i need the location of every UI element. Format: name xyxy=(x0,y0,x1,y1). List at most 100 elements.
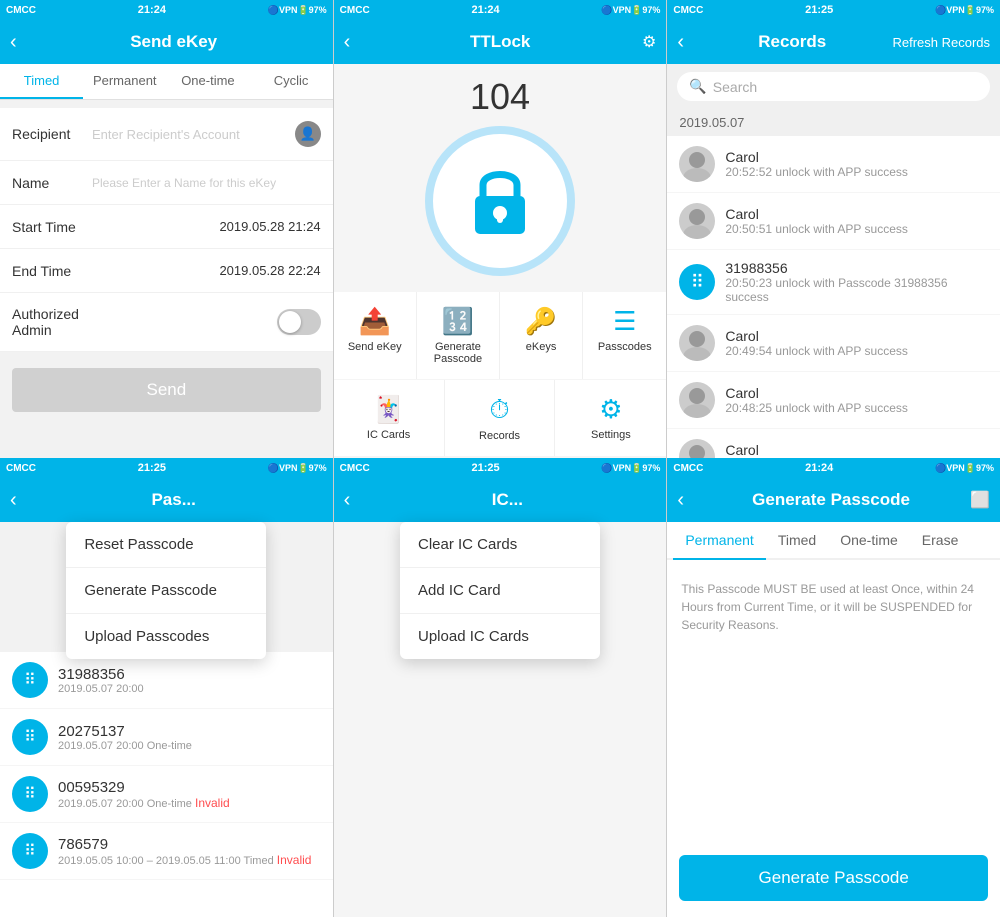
invalid-badge-2: Invalid xyxy=(195,796,230,810)
menu-settings[interactable]: ⚙ Settings xyxy=(555,380,666,456)
record-info-5: Carol 20:44:25 unlock with APP success xyxy=(725,442,988,458)
menu-generate-passcode[interactable]: 🔢 GeneratePasscode xyxy=(417,292,500,379)
menu-records[interactable]: ⏱ Records xyxy=(445,380,556,456)
start-time-value[interactable]: 2019.05.28 21:24 xyxy=(92,219,321,234)
record-item-5: Carol 20:44:25 unlock with APP success xyxy=(667,429,1000,458)
status-bar-5: CMCC 21:25 🔵VPN🔋97% xyxy=(334,458,667,478)
gen-tab-permanent[interactable]: Permanent xyxy=(673,522,765,560)
back-button-6[interactable]: ‹ xyxy=(677,489,684,512)
record-info-3: Carol 20:49:54 unlock with APP success xyxy=(725,328,988,358)
search-input[interactable]: Search xyxy=(713,79,757,95)
tab-cyclic[interactable]: Cyclic xyxy=(250,64,333,99)
generate-passcode-icon: 🔢 xyxy=(442,306,474,337)
record-avatar-5 xyxy=(679,439,715,458)
passcode-info-0: 31988356 2019.05.07 20:00 xyxy=(58,666,321,695)
grid-icon-2: ⠿ xyxy=(691,272,704,293)
passcode-number-3: 786579 xyxy=(58,836,321,853)
back-button-3[interactable]: ‹ xyxy=(677,31,684,54)
ekeys-icon: 🔑 xyxy=(525,306,557,337)
dropdown-clear-ic-cards[interactable]: Clear IC Cards xyxy=(400,522,600,568)
status-bar-3: CMCC 21:25 🔵VPN🔋97% xyxy=(667,0,1000,20)
records-label: Records xyxy=(479,430,520,442)
nav-bar-5: ‹ IC... xyxy=(334,478,667,522)
status-icons-6: 🔵VPN🔋97% xyxy=(935,463,994,474)
record-avatar-4 xyxy=(679,382,715,418)
recipient-label: Recipient xyxy=(12,126,92,142)
passcode-info-text: This Passcode MUST BE used at least Once… xyxy=(667,568,1000,646)
menu-ic-cards[interactable]: 🃏 IC Cards xyxy=(334,380,445,456)
settings-icon: ⚙ xyxy=(599,394,622,425)
menu-send-ekey[interactable]: 📤 Send eKey xyxy=(334,292,417,379)
tab-permanent[interactable]: Permanent xyxy=(83,64,166,99)
carrier-6: CMCC xyxy=(673,463,703,474)
ttlock-body: 104 📤 Send eKey 🔢 GeneratePasscode xyxy=(334,64,667,458)
send-ekey-screen: CMCC 21:24 🔵VPN🔋97% ‹ Send eKey Timed Pe… xyxy=(0,0,334,458)
record-name-0: Carol xyxy=(725,149,988,165)
menu-passcodes[interactable]: ☰ Passcodes xyxy=(583,292,666,379)
passcode-dropdown: Reset Passcode Generate Passcode Upload … xyxy=(66,522,266,659)
dropdown-generate-passcode[interactable]: Generate Passcode xyxy=(66,568,266,614)
share-icon-6[interactable]: ⬜ xyxy=(970,490,990,510)
nav-bar-3: ‹ Records Refresh Records xyxy=(667,20,1000,64)
passcode-number-1: 20275137 xyxy=(58,723,321,740)
passcode-info-1: 20275137 2019.05.07 20:00 One-time xyxy=(58,723,321,752)
back-button-5[interactable]: ‹ xyxy=(344,489,351,512)
time-4: 21:25 xyxy=(138,462,166,474)
end-time-value[interactable]: 2019.05.28 22:24 xyxy=(92,263,321,278)
ttlock-screen: CMCC 21:24 🔵VPN🔋97% ‹ TTLock ⚙ 104 📤 xyxy=(334,0,668,458)
time-1: 21:24 xyxy=(138,4,166,16)
send-ekey-icon: 📤 xyxy=(359,306,391,337)
gen-tab-onetime[interactable]: One-time xyxy=(828,522,910,560)
name-input[interactable]: Please Enter a Name for this eKey xyxy=(92,176,321,190)
recipient-input[interactable]: Enter Recipient's Account xyxy=(92,127,295,142)
gen-tabs: Permanent Timed One-time Erase xyxy=(667,522,1000,560)
dropdown-reset-passcode[interactable]: Reset Passcode xyxy=(66,522,266,568)
generate-passcode-label: GeneratePasscode xyxy=(434,341,482,365)
ekeys-label: eKeys xyxy=(526,341,557,353)
dropdown-add-ic-card[interactable]: Add IC Card xyxy=(400,568,600,614)
status-bar-6: CMCC 21:24 🔵VPN🔋97% xyxy=(667,458,1000,478)
passcode-number-0: 31988356 xyxy=(58,666,321,683)
time-5: 21:25 xyxy=(471,462,499,474)
end-time-label: End Time xyxy=(12,263,92,279)
menu-ekeys[interactable]: 🔑 eKeys xyxy=(500,292,583,379)
status-icons-1: 🔵VPN🔋97% xyxy=(268,5,327,16)
record-name-1: Carol xyxy=(725,206,988,222)
generate-passcode-button[interactable]: Generate Passcode xyxy=(679,855,988,901)
ic-cards-screen: CMCC 21:25 🔵VPN🔋97% ‹ IC... Clear IC Car… xyxy=(334,458,668,917)
dropdown-upload-ic-cards[interactable]: Upload IC Cards xyxy=(400,614,600,659)
recipient-icon[interactable]: 👤 xyxy=(295,121,321,147)
tab-onetime[interactable]: One-time xyxy=(166,64,249,99)
record-detail-0: 20:52:52 unlock with APP success xyxy=(725,165,988,179)
gen-tab-erase[interactable]: Erase xyxy=(910,522,971,560)
name-row: Name Please Enter a Name for this eKey xyxy=(0,161,333,205)
nav-bar-6: ‹ Generate Passcode ⬜ xyxy=(667,478,1000,522)
dropdown-upload-passcodes[interactable]: Upload Passcodes xyxy=(66,614,266,659)
authorized-admin-toggle[interactable] xyxy=(277,309,321,335)
refresh-records-button[interactable]: Refresh Records xyxy=(892,35,990,50)
record-detail-4: 20:48:25 unlock with APP success xyxy=(725,401,988,415)
records-icon: ⏱ xyxy=(489,394,509,426)
record-name-5: Carol xyxy=(725,442,988,458)
authorized-admin-label: Authorized Admin xyxy=(12,306,92,338)
back-button-4[interactable]: ‹ xyxy=(10,489,17,512)
passcode-item-2: ⠿ 00595329 2019.05.07 20:00 One-time Inv… xyxy=(0,766,333,823)
tab-timed[interactable]: Timed xyxy=(0,64,83,99)
back-button-2[interactable]: ‹ xyxy=(344,31,351,54)
status-bar-2: CMCC 21:24 🔵VPN🔋97% xyxy=(334,0,667,20)
avatar-icon-1 xyxy=(679,203,715,239)
toggle-knob xyxy=(279,311,301,333)
screen-title-2: TTLock xyxy=(358,32,642,52)
lock-icon xyxy=(465,161,535,241)
back-button-1[interactable]: ‹ xyxy=(10,31,17,54)
carrier-1: CMCC xyxy=(6,5,36,16)
gen-tab-timed[interactable]: Timed xyxy=(766,522,828,560)
recipient-row: Recipient Enter Recipient's Account 👤 xyxy=(0,108,333,161)
send-button[interactable]: Send xyxy=(12,368,321,412)
record-name-4: Carol xyxy=(725,385,988,401)
search-input-wrap[interactable]: 🔍 Search xyxy=(677,72,990,101)
settings-icon-2[interactable]: ⚙ xyxy=(642,32,656,52)
record-info-0: Carol 20:52:52 unlock with APP success xyxy=(725,149,988,179)
record-item-1: Carol 20:50:51 unlock with APP success xyxy=(667,193,1000,250)
carrier-3: CMCC xyxy=(673,5,703,16)
